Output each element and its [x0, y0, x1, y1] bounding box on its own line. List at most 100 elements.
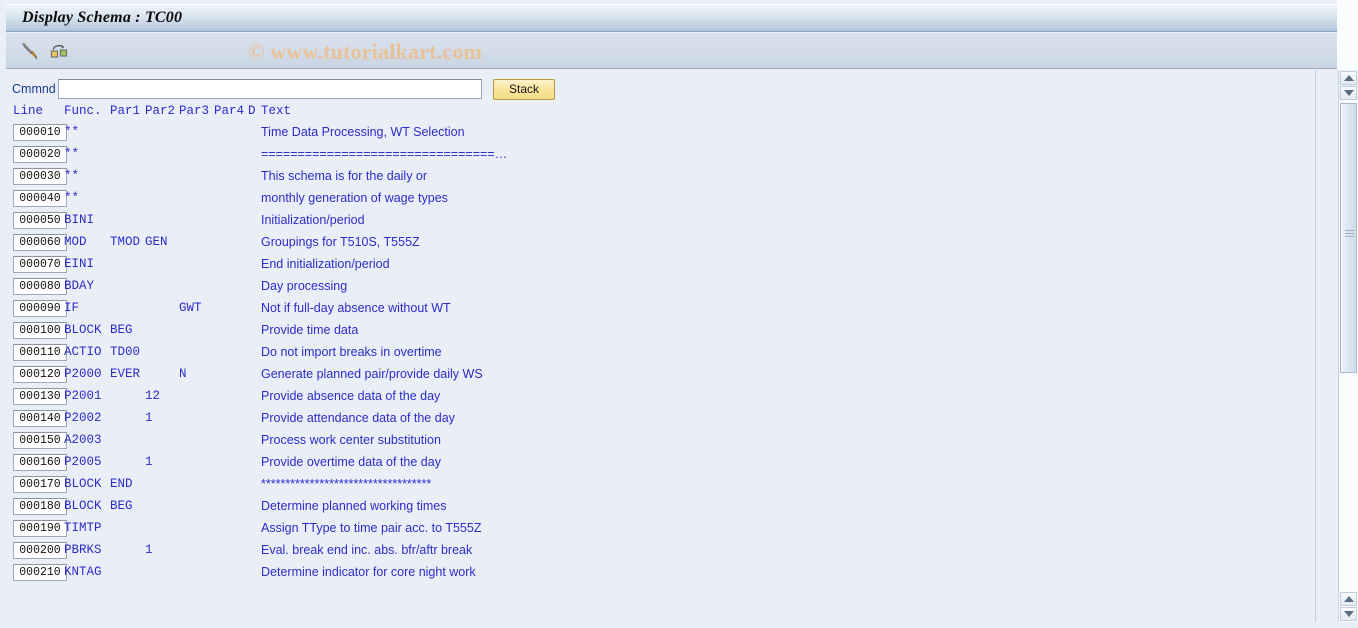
table-row[interactable]: 000120 P2000 EVER N Generate planned pair/pr… — [6, 364, 1310, 386]
table-row[interactable]: 000180 BLOCK BEG Determine planned working … — [6, 496, 1310, 518]
table-row[interactable]: 000150 A2003 Process work center substitut… — [6, 430, 1310, 452]
table-row[interactable]: 000050 BINI Initialization/period — [6, 210, 1310, 232]
scroll-up-button[interactable] — [1340, 71, 1357, 85]
line-number-field[interactable]: 000080 — [13, 278, 67, 295]
line-number-field[interactable]: 000180 — [13, 498, 67, 515]
table-row[interactable]: 000010 ** Time Data Processing, WT Selecti… — [6, 122, 1310, 144]
table-row[interactable]: 000030 ** This schema is for the daily or — [6, 166, 1310, 188]
line-number-field[interactable]: 000150 — [13, 432, 67, 449]
cell-par3[interactable]: N — [179, 367, 187, 381]
cell-par1[interactable]: EVER — [110, 367, 140, 381]
cell-func[interactable]: P2005 — [64, 455, 102, 469]
cell-text[interactable]: This schema is for the daily or — [261, 169, 427, 183]
cell-func[interactable]: A2003 — [64, 433, 102, 447]
scroll-up-button-bottom[interactable] — [1340, 592, 1357, 606]
cell-func[interactable]: PBRKS — [64, 543, 102, 557]
horizontal-scroll-strip[interactable] — [6, 622, 1316, 628]
line-number-field[interactable]: 000060 — [13, 234, 67, 251]
stack-button[interactable]: Stack — [493, 78, 555, 100]
table-row[interactable]: 000100 BLOCK BEG Provide time data — [6, 320, 1310, 342]
schema-structure-icon[interactable] — [46, 38, 72, 64]
cell-func[interactable]: BDAY — [64, 279, 94, 293]
cell-text[interactable]: Assign TType to time pair acc. to T555Z — [261, 521, 481, 535]
line-number-field[interactable]: 000190 — [13, 520, 67, 537]
cell-text[interactable]: Groupings for T510S, T555Z — [261, 235, 420, 249]
cell-par2[interactable]: 1 — [145, 411, 153, 425]
line-number-field[interactable]: 000130 — [13, 388, 67, 405]
scroll-down-button-top[interactable] — [1340, 86, 1357, 100]
vertical-scrollbar[interactable] — [1338, 70, 1358, 622]
cell-text[interactable]: Time Data Processing, WT Selection — [261, 125, 465, 139]
table-row[interactable]: 000140 P2002 1 Provide attendance data of t… — [6, 408, 1310, 430]
cell-func[interactable]: ** — [64, 125, 79, 139]
cell-func[interactable]: P2002 — [64, 411, 102, 425]
line-number-field[interactable]: 000200 — [13, 542, 67, 559]
cell-par3[interactable]: GWT — [179, 301, 202, 315]
cell-par1[interactable]: END — [110, 477, 133, 491]
cell-func[interactable]: P2001 — [64, 389, 102, 403]
cell-text[interactable]: Provide time data — [261, 323, 358, 337]
cell-func[interactable]: P2000 — [64, 367, 102, 381]
cell-par2[interactable]: 1 — [145, 455, 153, 469]
cell-par1[interactable]: BEG — [110, 323, 133, 337]
cell-func[interactable]: ** — [64, 147, 79, 161]
cell-func[interactable]: MOD — [64, 235, 87, 249]
line-number-field[interactable]: 000140 — [13, 410, 67, 427]
line-number-field[interactable]: 000040 — [13, 190, 67, 207]
cell-func[interactable]: BLOCK — [64, 499, 102, 513]
scroll-down-button[interactable] — [1340, 607, 1357, 621]
line-number-field[interactable]: 000010 — [13, 124, 67, 141]
table-row[interactable]: 000040 ** monthly generation of wage types — [6, 188, 1310, 210]
scrollbar-thumb[interactable] — [1340, 103, 1357, 373]
cell-func[interactable]: ** — [64, 191, 79, 205]
line-number-field[interactable]: 000100 — [13, 322, 67, 339]
line-number-field[interactable]: 000120 — [13, 366, 67, 383]
cell-text[interactable]: monthly generation of wage types — [261, 191, 448, 205]
cell-text[interactable]: Provide absence data of the day — [261, 389, 440, 403]
cell-text[interactable]: Day processing — [261, 279, 347, 293]
line-number-field[interactable]: 000210 — [13, 564, 67, 581]
line-number-field[interactable]: 000030 — [13, 168, 67, 185]
cell-func[interactable]: KNTAG — [64, 565, 102, 579]
table-row[interactable]: 000130 P2001 12 Provide absence data of the… — [6, 386, 1310, 408]
cell-par2[interactable]: GEN — [145, 235, 168, 249]
command-input[interactable] — [58, 79, 482, 99]
cell-text[interactable]: ================================… — [261, 147, 507, 161]
cell-text[interactable]: Determine planned working times — [261, 499, 447, 513]
cell-par2[interactable]: 1 — [145, 543, 153, 557]
table-row[interactable]: 000080 BDAY Day processing — [6, 276, 1310, 298]
table-row[interactable]: 000070 EINI End initialization/period — [6, 254, 1310, 276]
cell-text[interactable]: Eval. break end inc. abs. bfr/aftr break — [261, 543, 472, 557]
table-row[interactable]: 000060 MOD TMOD GEN Groupings for T510S, T55… — [6, 232, 1310, 254]
table-row[interactable]: 000210 KNTAG Determine indicator for core … — [6, 562, 1310, 584]
cell-func[interactable]: ** — [64, 169, 79, 183]
line-number-field[interactable]: 000170 — [13, 476, 67, 493]
cell-text[interactable]: Generate planned pair/provide daily WS — [261, 367, 483, 381]
cell-par2[interactable]: 12 — [145, 389, 160, 403]
cell-par1[interactable]: BEG — [110, 499, 133, 513]
line-number-field[interactable]: 000090 — [13, 300, 67, 317]
cell-func[interactable]: BLOCK — [64, 477, 102, 491]
cell-text[interactable]: End initialization/period — [261, 257, 390, 271]
cell-func[interactable]: TIMTP — [64, 521, 102, 535]
edit-schema-icon[interactable] — [16, 38, 42, 64]
cell-func[interactable]: IF — [64, 301, 79, 315]
table-row[interactable]: 000200 PBRKS 1 Eval. break end inc. abs. bf… — [6, 540, 1310, 562]
cell-func[interactable]: EINI — [64, 257, 94, 271]
cell-func[interactable]: ACTIO — [64, 345, 102, 359]
cell-text[interactable]: Not if full-day absence without WT — [261, 301, 451, 315]
table-row[interactable]: 000020 ** ================================… — [6, 144, 1310, 166]
cell-func[interactable]: BINI — [64, 213, 94, 227]
line-number-field[interactable]: 000110 — [13, 344, 67, 361]
line-number-field[interactable]: 000020 — [13, 146, 67, 163]
table-row[interactable]: 000090 IF GWT Not if full-day absence witho… — [6, 298, 1310, 320]
cell-text[interactable]: Do not import breaks in overtime — [261, 345, 442, 359]
line-number-field[interactable]: 000160 — [13, 454, 67, 471]
cell-text[interactable]: Process work center substitution — [261, 433, 441, 447]
line-number-field[interactable]: 000070 — [13, 256, 67, 273]
table-row[interactable]: 000160 P2005 1 Provide overtime data of the… — [6, 452, 1310, 474]
cell-func[interactable]: BLOCK — [64, 323, 102, 337]
cell-par1[interactable]: TMOD — [110, 235, 140, 249]
cell-text[interactable]: Initialization/period — [261, 213, 365, 227]
line-number-field[interactable]: 000050 — [13, 212, 67, 229]
